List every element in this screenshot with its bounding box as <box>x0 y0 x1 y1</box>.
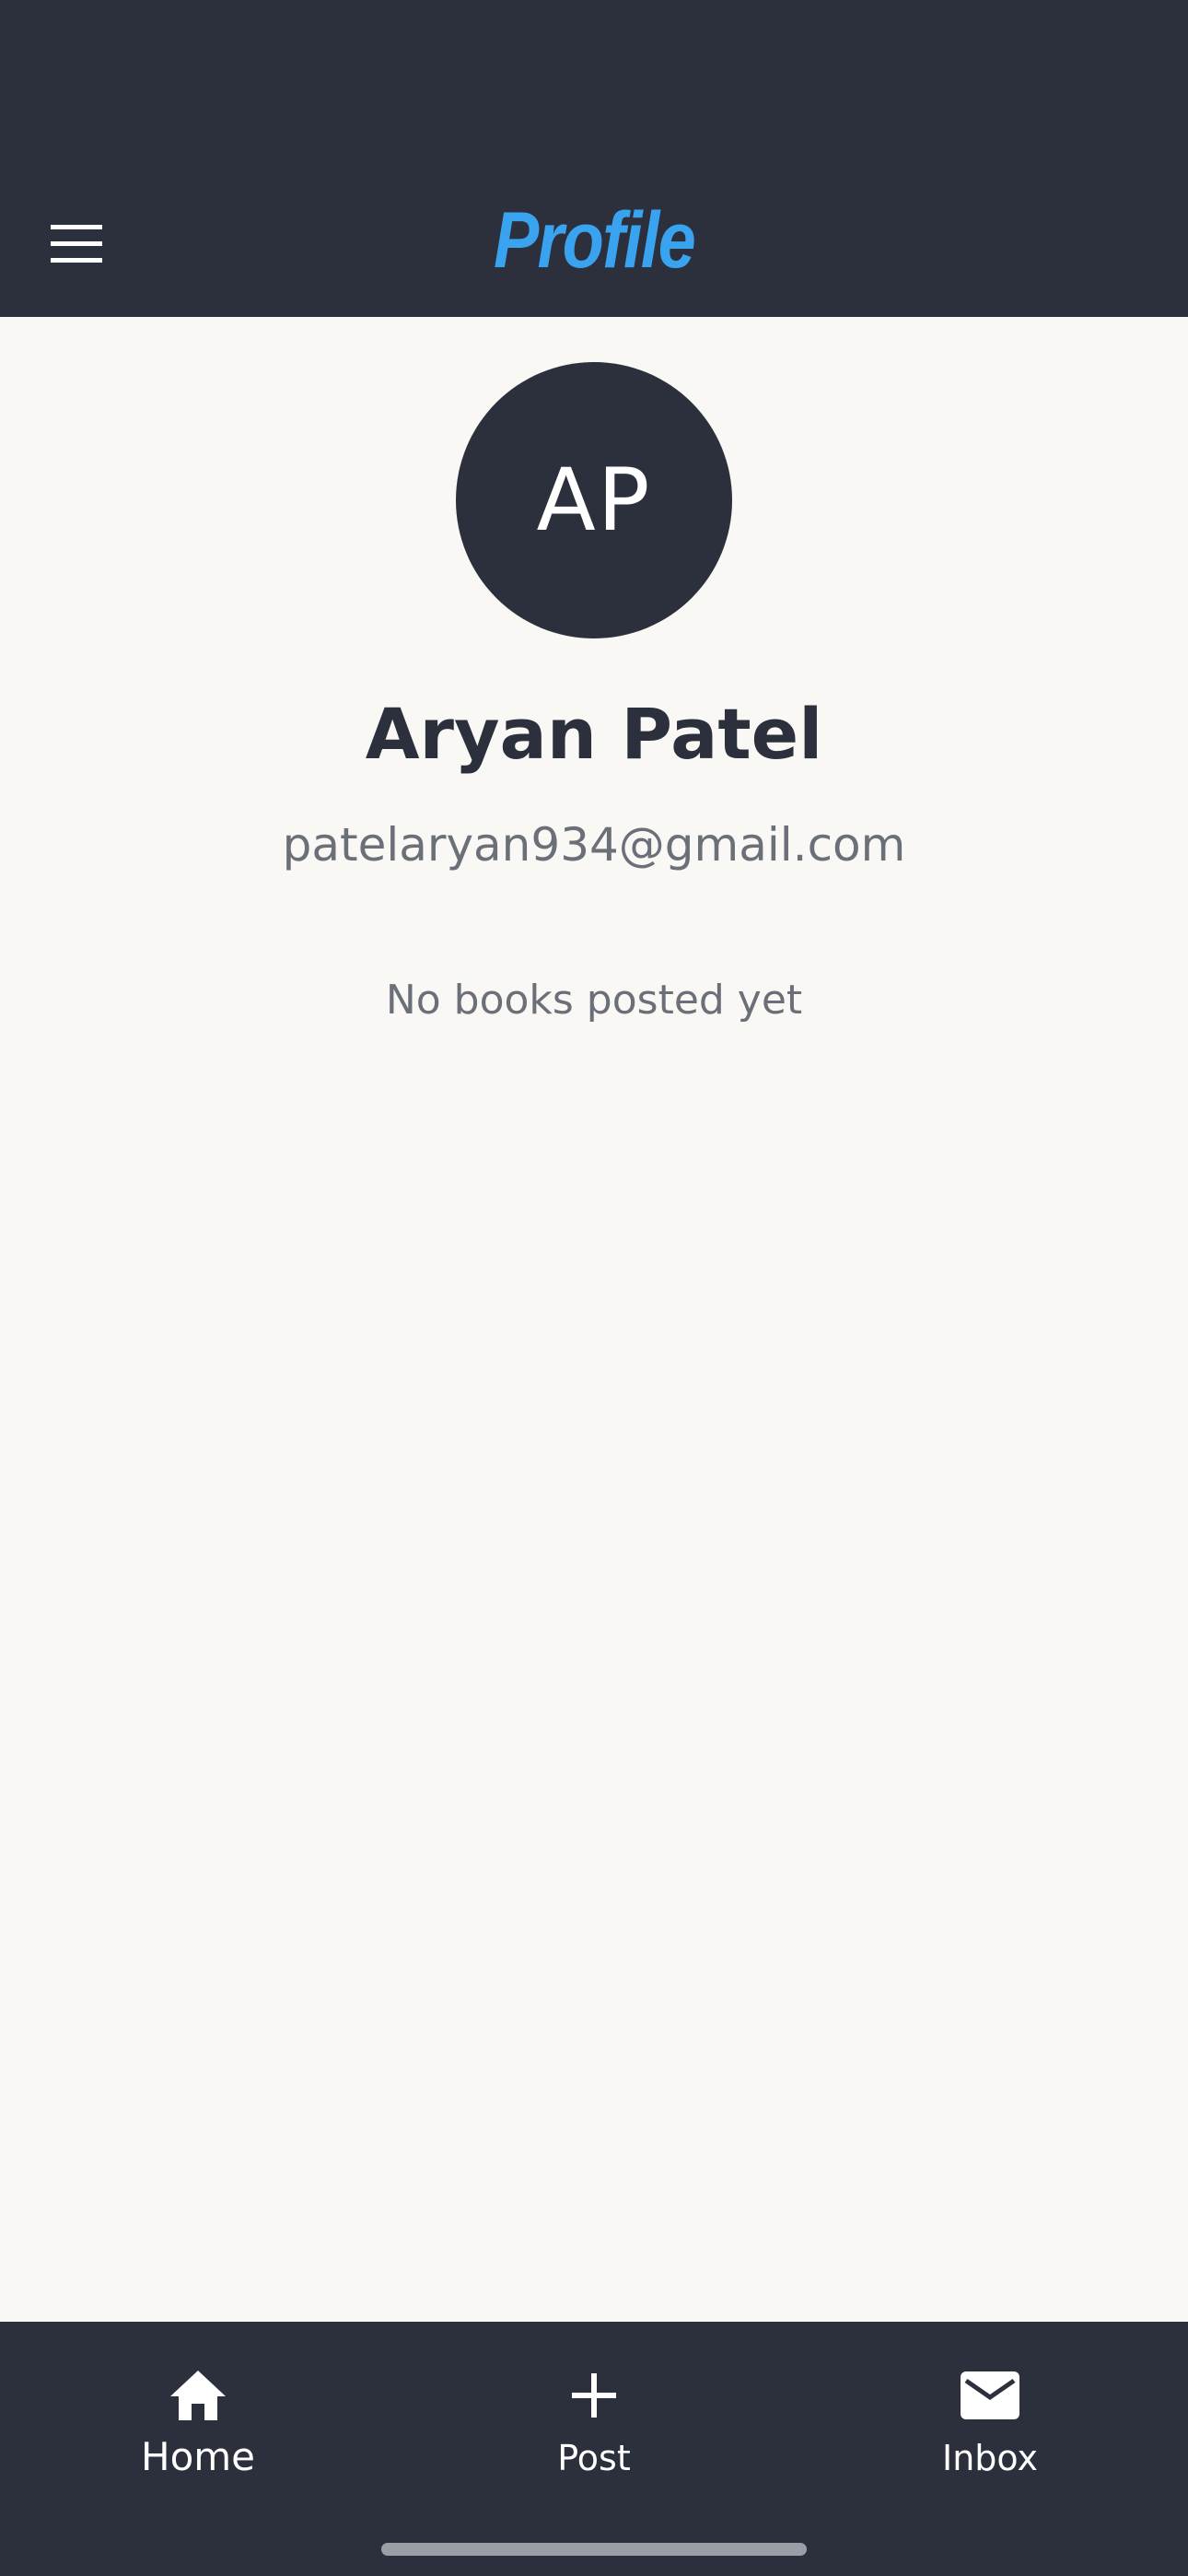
avatar-initials: AP <box>536 450 652 551</box>
empty-books-message: No books posted yet <box>385 977 803 1024</box>
app-header: Profile <box>0 0 1188 317</box>
profile-email: patelaryan934@gmail.com <box>282 818 906 872</box>
avatar: AP <box>456 362 732 638</box>
home-icon <box>170 2371 226 2420</box>
nav-inbox[interactable]: Inbox <box>852 2344 1128 2500</box>
page-title: Profile <box>493 196 696 285</box>
nav-post[interactable]: Post <box>456 2344 732 2500</box>
bottom-navigation: Home Post Inbox <box>0 2322 1188 2576</box>
profile-screen: Profile AP Aryan Patel patelaryan934@gma… <box>0 0 1188 2576</box>
home-indicator <box>381 2543 807 2556</box>
nav-post-label: Post <box>557 2438 631 2478</box>
profile-name: Aryan Patel <box>365 693 823 775</box>
nav-inbox-label: Inbox <box>942 2438 1038 2478</box>
plus-icon <box>572 2373 616 2418</box>
nav-home[interactable]: Home <box>60 2344 336 2500</box>
mail-icon <box>961 2371 1019 2419</box>
nav-home-label: Home <box>140 2434 256 2479</box>
